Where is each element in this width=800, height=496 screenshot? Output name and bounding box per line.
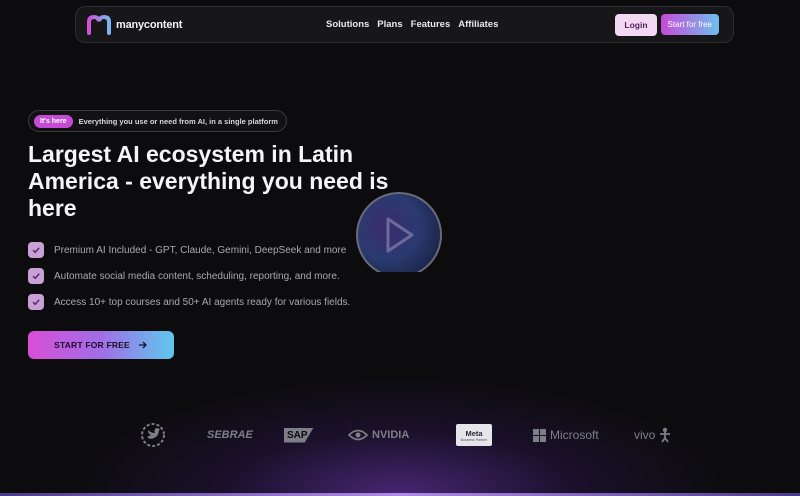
microsoft-grid-icon [533,428,546,442]
nvidia-text: NVIDIA [372,429,410,441]
meta-badge: Meta Business Partner [456,424,492,446]
nav-actions: Login Start for free [615,13,719,36]
sap-text: SAP [284,427,314,443]
navbar: manycontent Solutions Plans Features Aff… [75,6,734,43]
feature-text: Premium AI Included - GPT, Claude, Gemin… [54,244,347,256]
bottom-glow [0,336,800,496]
arrow-right-icon [138,341,147,349]
brand-name: manycontent [116,18,183,31]
sebrae-text: SEBRAE [207,429,253,441]
badge-text: Everything you use or need from AI, in a… [78,116,278,126]
feature-text: Automate social media content, schedulin… [54,270,340,282]
brand-logo[interactable]: manycontent [86,14,183,35]
feature-item: Premium AI Included - GPT, Claude, Gemin… [28,242,350,258]
nav-features[interactable]: Features [411,19,451,30]
partner-vivo-logo: vivo [634,420,671,450]
twitter-bird-icon [141,423,165,447]
meta-subtext: Business Partner [460,437,488,442]
feature-text: Access 10+ top courses and 50+ AI agents… [54,296,351,308]
partner-logos: SEBRAE SAP NVIDIA Meta Business Partner … [0,420,800,450]
badge-pill: It's here [34,114,73,128]
partner-sebrae-logo: SEBRAE [207,420,253,450]
check-icon [28,268,44,284]
feature-item: Access 10+ top courses and 50+ AI agents… [28,294,350,310]
nvidia-eye-icon [348,429,368,441]
start-free-button[interactable]: Start for free [660,14,719,35]
partner-microsoft-logo: Microsoft [533,420,599,450]
partner-nvidia-logo: NVIDIA [348,420,409,450]
login-button[interactable]: Login [615,13,657,36]
feature-item: Automate social media content, schedulin… [28,268,350,284]
video-player[interactable] [356,192,442,272]
nav-solutions[interactable]: Solutions [326,19,369,30]
start-for-free-cta[interactable]: START FOR FREE [28,331,174,359]
meta-text: Meta [465,428,483,438]
nav-plans[interactable]: Plans [377,19,402,30]
hero-title: Largest AI ecosystem in Latin America - … [28,141,389,221]
vivo-text: vivo [634,428,656,442]
check-icon [28,294,44,310]
video-thumbnail [356,192,442,272]
nav-links: Solutions Plans Features Affiliates [326,19,498,30]
check-icon [28,242,44,258]
partner-sap-logo: SAP [284,420,314,450]
partner-meta-logo: Meta Business Partner [456,420,492,450]
cta-label: START FOR FREE [54,340,130,350]
partner-twitter-logo [139,420,167,450]
vivo-figure-icon [660,427,671,443]
announcement-badge: It's here Everything you use or need fro… [28,110,287,132]
feature-list: Premium AI Included - GPT, Claude, Gemin… [28,242,350,320]
logo-mark-icon [87,14,111,35]
play-icon [386,217,414,253]
microsoft-text: Microsoft [550,428,599,442]
nav-affiliates[interactable]: Affiliates [458,19,498,30]
